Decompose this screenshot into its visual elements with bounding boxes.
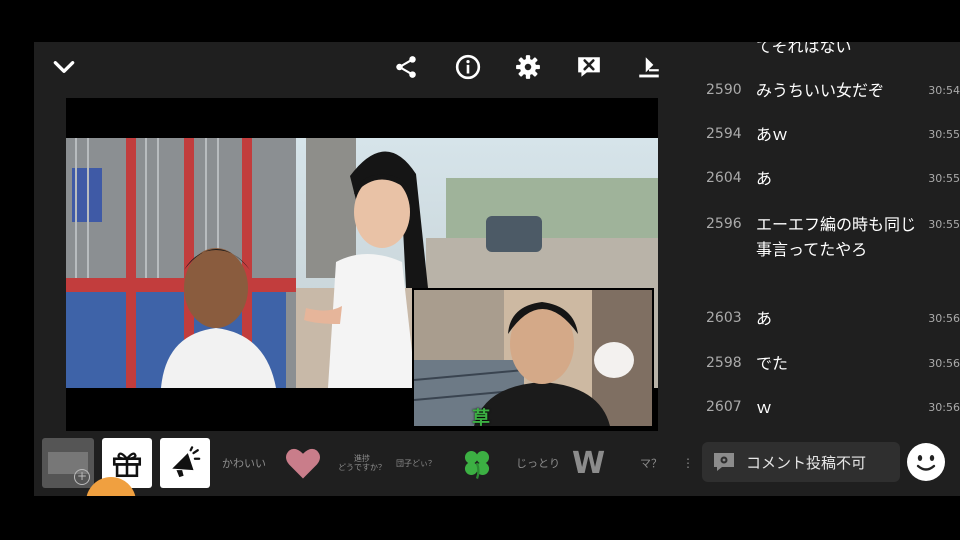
pip-caption: 草 <box>472 408 490 428</box>
gift-jittori-label: じっとり <box>516 457 560 470</box>
chevron-down-icon <box>53 61 75 73</box>
megaphone-tile <box>160 438 210 488</box>
streamer-camera-overlay: 草 <box>412 288 654 428</box>
thumbnail-add-tile: + <box>42 438 94 488</box>
comment-text: あｗ <box>756 125 789 144</box>
info-icon <box>455 54 481 80</box>
gift-kawaii[interactable]: かわいい <box>222 438 266 488</box>
gear-icon <box>516 55 540 79</box>
megaphone-icon <box>172 446 201 478</box>
gift-progress-line2: どうですか？ <box>338 463 386 472</box>
comment-number: 2594 <box>706 126 742 142</box>
comment-time: 30:54 <box>928 84 960 97</box>
comment-time: 30:56 <box>928 401 960 414</box>
comment-number: 2596 <box>706 216 742 232</box>
gift-bar-more[interactable]: ⋮ <box>682 438 694 488</box>
comment-time: 30:55 <box>928 172 960 185</box>
download-button[interactable] <box>632 52 666 82</box>
gift-progress[interactable]: 進捗 どうですか？ <box>338 438 386 488</box>
comment-text: あ <box>756 309 773 328</box>
gift-box-icon <box>112 452 142 478</box>
comment-text: みうちいい女だぞ <box>756 81 885 100</box>
gift-dango-label: 団子どぃ？ <box>396 458 436 468</box>
comment-row: 2603 あ 30:56 <box>700 306 960 331</box>
comment-row: 2590 みうちいい女だぞ 30:54 <box>700 78 960 103</box>
gift-ma-label: マ？ <box>640 457 662 470</box>
comment-text: あ <box>756 169 773 188</box>
comment-row: 2596 エーエフ編の時も同じ事言ってたやろ 30:55 <box>700 212 960 262</box>
gift-jittori[interactable]: じっとり <box>516 438 560 488</box>
info-button[interactable] <box>451 52 485 82</box>
comment-time: 30:55 <box>928 218 960 231</box>
gift-bar: + かわいい 進捗 どうですか？ 団子どぃ？ じっとり W マ？ ⋮ <box>34 434 694 494</box>
comment-text: ｗ <box>756 398 773 417</box>
streamer-camera-frame <box>414 290 652 426</box>
gift-kawaii-label: かわいい <box>222 457 266 470</box>
comment-text: てそれはない <box>756 42 852 56</box>
comment-time: 30:55 <box>928 128 960 141</box>
video-player[interactable]: 草 <box>66 98 658 431</box>
comment-number: 2603 <box>706 310 742 326</box>
gift-progress-line1: 進捗 <box>354 454 370 463</box>
comment-text: エーエフ編の時も同じ事言ってたやろ <box>756 215 917 259</box>
comment-off-icon <box>578 57 600 77</box>
comment-post-label: コメント投稿不可 <box>746 453 867 472</box>
gift-clover[interactable] <box>460 438 494 488</box>
comment-post-box[interactable]: コメント投稿不可 <box>702 442 900 482</box>
comment-row: 2607 ｗ 30:56 <box>700 395 960 420</box>
plus-icon: + <box>74 469 90 485</box>
settings-button[interactable] <box>511 52 545 82</box>
comment-row: 2594 あｗ 30:55 <box>700 122 960 147</box>
heart-icon <box>286 448 320 479</box>
download-icon <box>639 57 659 78</box>
collapse-button[interactable] <box>47 52 81 82</box>
gift-heart[interactable] <box>284 438 322 488</box>
comment-time <box>916 42 960 59</box>
gift-progress-label: 進捗 どうですか？ <box>338 454 386 472</box>
comment-number: 2598 <box>706 355 742 371</box>
vertical-dots-icon: ⋮ <box>682 456 694 470</box>
player-app: 草 + かわいい 進捗 どうですか？ 団子どぃ？ じっとり W マ？ ⋮ てそれ… <box>34 42 960 496</box>
thumbnail-add-button[interactable]: + <box>42 438 94 488</box>
comment-row: 2598 でた 30:56 <box>700 351 960 376</box>
comment-time: 30:56 <box>928 357 960 370</box>
player-toolbar <box>34 42 689 94</box>
comment-list[interactable]: てそれはない 2590 みうちいい女だぞ 30:54 2594 あｗ 30:55… <box>700 42 960 434</box>
share-icon <box>396 56 416 78</box>
gift-w-label: W <box>572 445 606 481</box>
gift-ma[interactable]: マ？ <box>640 438 662 488</box>
comment-text: でた <box>756 354 789 373</box>
gift-w[interactable]: W <box>572 438 605 488</box>
comment-number: 2604 <box>706 170 742 186</box>
comment-row: 2604 あ 30:55 <box>700 166 960 191</box>
comment-number <box>700 42 756 59</box>
comment-number: 2590 <box>706 82 742 98</box>
hide-comments-button[interactable] <box>572 52 606 82</box>
ad-megaphone-button[interactable] <box>160 438 210 488</box>
smiley-icon <box>909 445 943 479</box>
comment-time: 30:56 <box>928 312 960 325</box>
comment-row: てそれはない <box>700 42 960 59</box>
comment-number: 2607 <box>706 399 742 415</box>
emoji-button[interactable] <box>907 443 945 481</box>
comment-settings-icon <box>714 453 734 471</box>
gift-dango[interactable]: 団子どぃ？ <box>396 438 436 488</box>
clover-icon <box>464 450 490 480</box>
share-button[interactable] <box>389 52 423 82</box>
